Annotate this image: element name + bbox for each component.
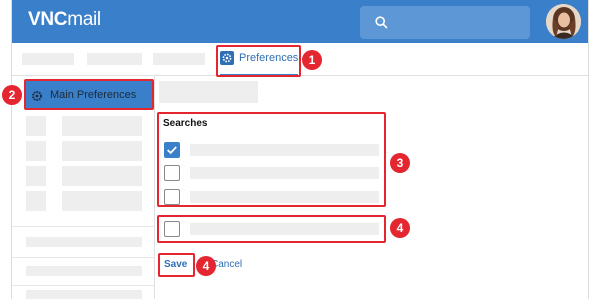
annotation-badge-3: 3 xyxy=(390,153,410,173)
annotation-badge-4-save: 4 xyxy=(196,256,216,276)
tab-placeholder[interactable] xyxy=(22,53,74,65)
highlight-box-2 xyxy=(24,79,154,110)
sidebar-item-placeholder[interactable] xyxy=(26,290,142,299)
sidebar-item-placeholder[interactable] xyxy=(62,191,142,211)
brand-light: mail xyxy=(67,9,101,30)
sidebar-item-placeholder[interactable] xyxy=(62,116,142,136)
sidebar-divider xyxy=(12,285,155,286)
highlight-box-1 xyxy=(216,45,301,77)
annotation-badge-4: 4 xyxy=(390,218,410,238)
annotation-badge-1: 1 xyxy=(302,50,322,70)
highlight-box-4-checkbox xyxy=(157,215,386,243)
annotation-badge-2: 2 xyxy=(2,85,22,105)
search-input[interactable] xyxy=(360,6,530,39)
sidebar-item-placeholder[interactable] xyxy=(62,166,142,186)
sidebar-icon-placeholder xyxy=(26,141,46,161)
app-window: VNCmail Preferences Main Preferences Sea… xyxy=(11,0,589,299)
sidebar-item-placeholder[interactable] xyxy=(62,141,142,161)
sidebar-icon-placeholder xyxy=(26,166,46,186)
sidebar-item-placeholder[interactable] xyxy=(26,266,142,276)
sidebar-item-placeholder[interactable] xyxy=(26,237,142,247)
app-logo[interactable]: VNCmail xyxy=(28,9,101,31)
content-header-placeholder xyxy=(159,81,258,103)
highlight-box-3 xyxy=(157,112,386,207)
tab-placeholder[interactable] xyxy=(153,53,205,65)
sidebar-icon-placeholder xyxy=(26,191,46,211)
sidebar-divider xyxy=(12,257,155,258)
tab-placeholder[interactable] xyxy=(87,53,142,65)
brand-bold: VNC xyxy=(28,9,68,30)
search-icon xyxy=(375,16,388,29)
sidebar-divider xyxy=(12,226,155,227)
highlight-box-4-save xyxy=(158,253,195,277)
sidebar-icon-placeholder xyxy=(26,116,46,136)
avatar[interactable] xyxy=(546,4,581,39)
top-bar: VNCmail xyxy=(12,0,588,43)
